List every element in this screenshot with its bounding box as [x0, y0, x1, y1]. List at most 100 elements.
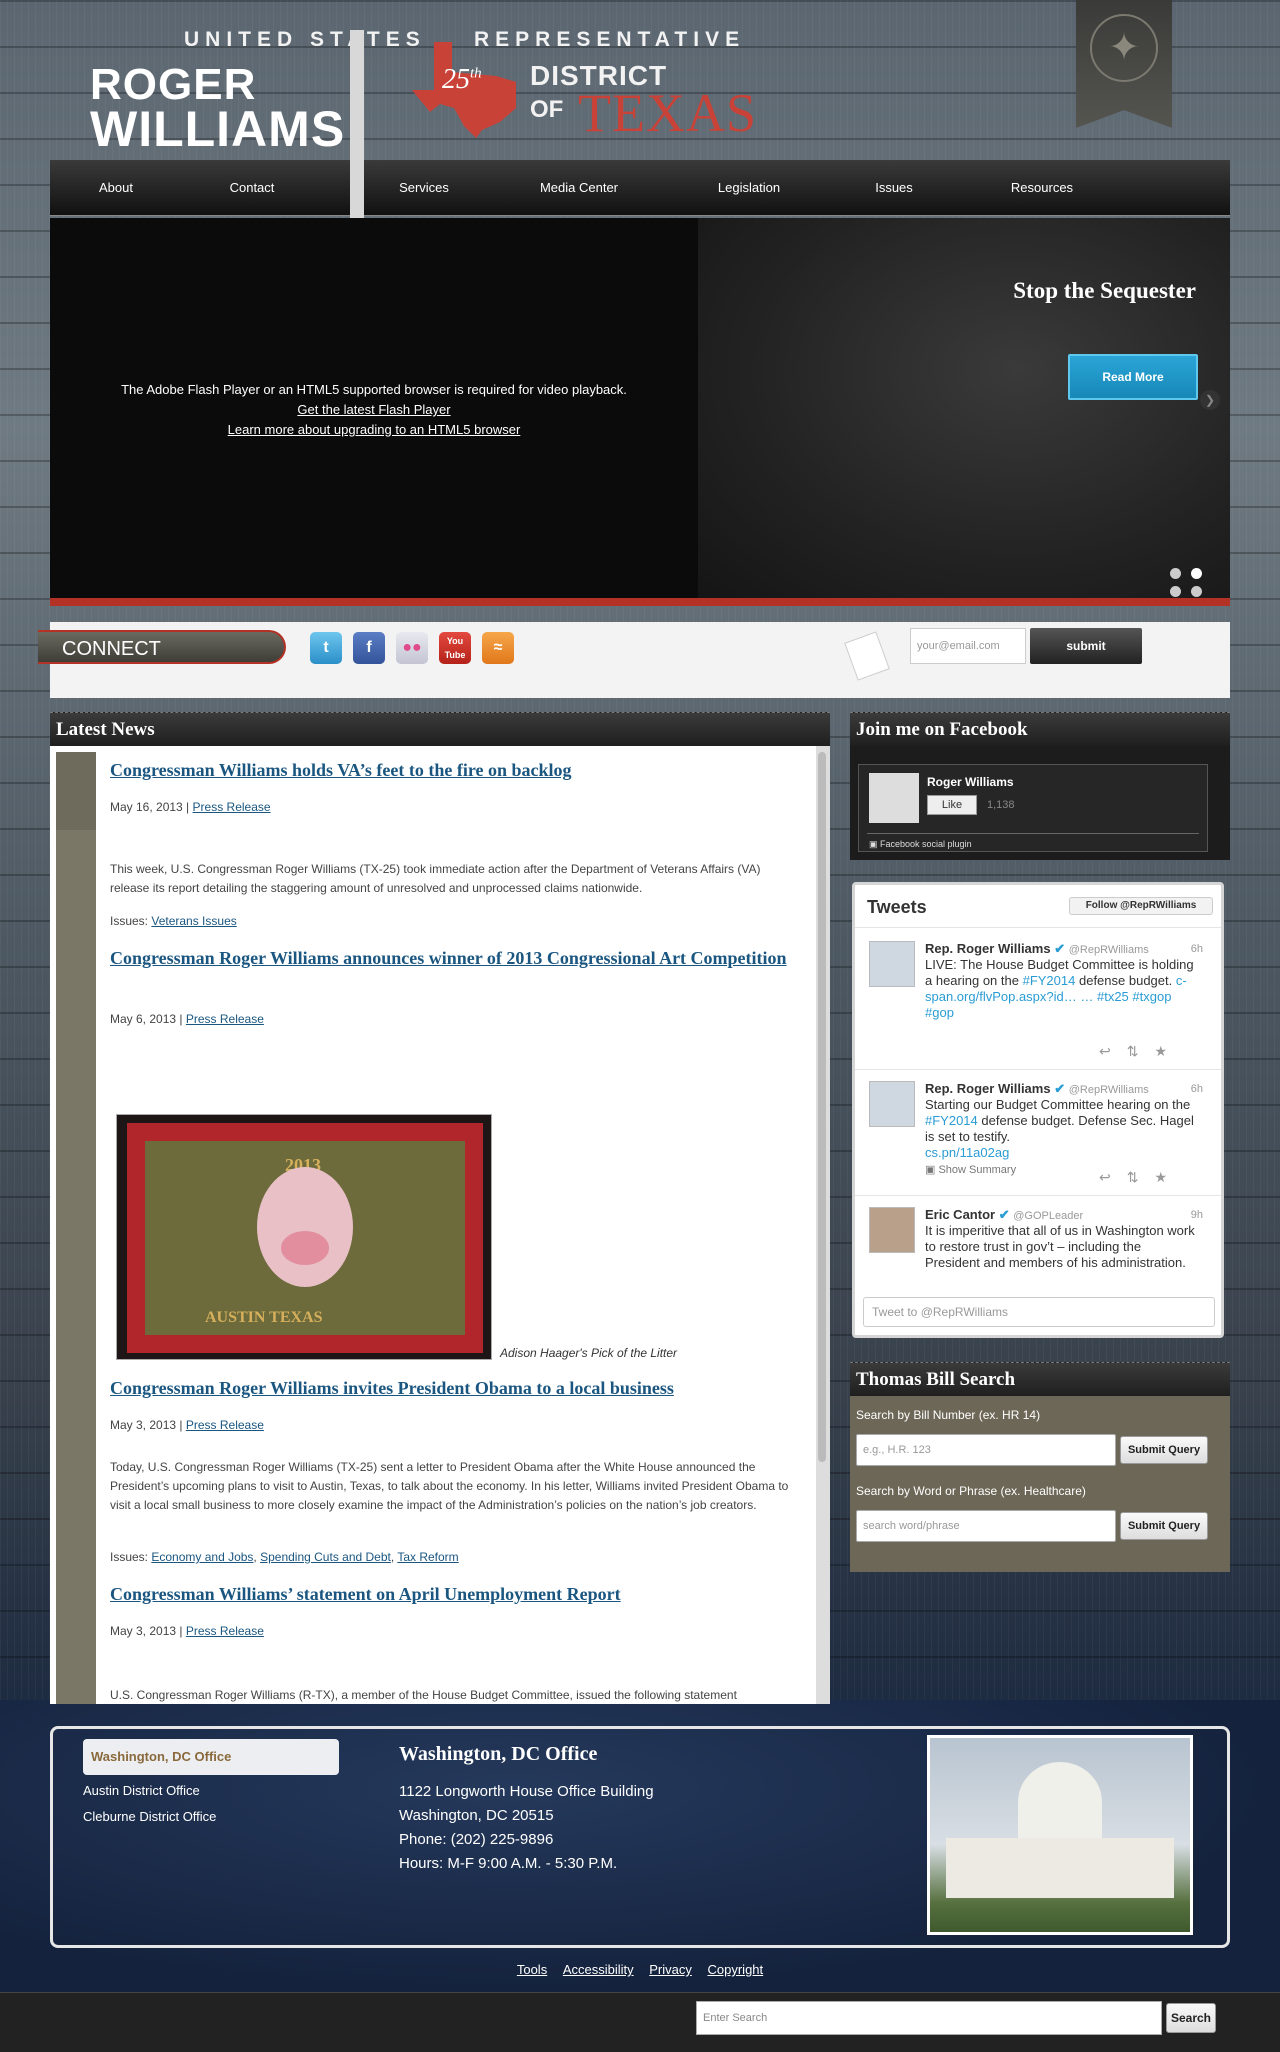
bill-word-input[interactable]: search word/phrase — [856, 1510, 1116, 1542]
read-more-button[interactable]: Read More — [1068, 354, 1198, 400]
office-tab-washington[interactable]: Washington, DC Office — [83, 1739, 339, 1775]
news-scrollbar-thumb[interactable] — [818, 752, 826, 1462]
tweet-author-name: Rep. Roger Williams — [925, 941, 1051, 956]
news-stripe — [56, 830, 96, 1704]
footer-link-accessibility[interactable]: Accessibility — [563, 1962, 634, 1977]
verified-icon: ✔ — [1054, 1081, 1066, 1096]
art-competition-photo[interactable]: 2013 AUSTIN TEXAS — [116, 1114, 492, 1360]
flash-player-link[interactable]: Get the latest Flash Player — [50, 400, 698, 420]
tweet-to-input[interactable]: Tweet to @RepRWilliams — [863, 1297, 1215, 1327]
tweet-time[interactable]: 6h — [1191, 943, 1203, 955]
slide-panel: Stop the Sequester — [698, 218, 1230, 598]
slider-next-arrow-icon[interactable]: ❯ — [1200, 390, 1220, 410]
footer-link-tools[interactable]: Tools — [517, 1962, 547, 1977]
news-item-date: May 6, 2013 | — [110, 1012, 183, 1026]
bill-number-input[interactable]: e.g., H.R. 123 — [856, 1434, 1116, 1466]
verified-icon: ✔ — [1054, 941, 1066, 956]
twitter-follow-button[interactable]: Follow @RepRWilliams — [1069, 897, 1213, 915]
news-item-title[interactable]: Congressman Roger Williams invites Presi… — [110, 1376, 790, 1400]
nav-item-contact[interactable]: Contact — [182, 160, 322, 216]
slider-dot[interactable] — [1170, 586, 1181, 597]
site-search-input[interactable]: Enter Search — [696, 2001, 1162, 2035]
tweet: Rep. Roger Williams ✔ @RepRWilliams 6h S… — [855, 1081, 1221, 1191]
nav-item-legislation[interactable]: Legislation — [674, 160, 824, 216]
office-info-box: Washington, DC Office Austin District Of… — [50, 1726, 1230, 1948]
seal-banner: ✦ — [1076, 0, 1172, 128]
nav-item-issues[interactable]: Issues — [824, 160, 964, 216]
bill-number-submit-button[interactable]: Submit Query — [1120, 1436, 1208, 1464]
tweet: Rep. Roger Williams ✔ @RepRWilliams 6h L… — [855, 941, 1221, 1061]
news-item-category-link[interactable]: Press Release — [193, 800, 271, 814]
facebook-like-button[interactable]: Like — [927, 795, 977, 815]
email-submit-button[interactable]: submit — [1030, 628, 1142, 664]
slider-dot[interactable] — [1170, 568, 1181, 579]
facebook-avatar[interactable] — [869, 773, 919, 823]
issue-link[interactable]: Veterans Issues — [151, 914, 236, 928]
bill-word-submit-button[interactable]: Submit Query — [1120, 1512, 1208, 1540]
nav-item-resources[interactable]: Resources — [964, 160, 1120, 216]
tweet-link[interactable]: cs.pn/11a02ag — [925, 1145, 1009, 1160]
footer-link-copyright[interactable]: Copyright — [708, 1962, 764, 1977]
issue-link[interactable]: Tax Reform — [397, 1550, 458, 1564]
office-phone: Phone: (202) 225-9896 — [399, 1831, 554, 1848]
twitter-icon[interactable]: t — [310, 632, 342, 664]
tweet-hashtag[interactable]: #FY2014 — [925, 1113, 978, 1128]
slider-dot[interactable] — [1191, 586, 1202, 597]
rss-icon[interactable]: ≈ — [482, 632, 514, 664]
latest-news-heading: Latest News — [50, 712, 830, 746]
html5-upgrade-link[interactable]: Learn more about upgrading to an HTML5 b… — [50, 420, 698, 440]
issue-link[interactable]: Economy and Jobs — [151, 1550, 253, 1564]
news-item-meta: May 3, 2013 | Press Release — [110, 1624, 264, 1638]
nav-item-about[interactable]: About — [50, 160, 182, 216]
tweet-author[interactable]: Eric Cantor ✔ @GOPLeader — [925, 1207, 1083, 1223]
tweet-author[interactable]: Rep. Roger Williams ✔ @RepRWilliams — [925, 941, 1149, 957]
reply-icon[interactable]: ↩ — [1099, 1169, 1127, 1185]
show-summary-link[interactable]: ▣ Show Summary — [925, 1164, 1016, 1176]
eagle-seal-icon: ✦ — [1090, 14, 1158, 82]
news-item-title[interactable]: Congressman Roger Williams announces win… — [110, 946, 790, 970]
office-address-line1: 1122 Longworth House Office Building — [399, 1783, 654, 1800]
pig-snout — [281, 1231, 329, 1265]
district-state: TEXAS — [578, 83, 757, 143]
tweet-time[interactable]: 6h — [1191, 1083, 1203, 1095]
news-item-issues: Issues: Economy and Jobs, Spending Cuts … — [110, 1550, 459, 1564]
slider-dot-active[interactable] — [1191, 568, 1202, 579]
favorite-icon[interactable]: ★ — [1154, 1043, 1183, 1059]
nav-item-services[interactable]: Services — [364, 160, 484, 216]
tweet-body: Starting our Budget Committee hearing on… — [925, 1097, 1191, 1112]
retweet-icon[interactable]: ⇅ — [1127, 1043, 1155, 1059]
office-tab-austin[interactable]: Austin District Office — [83, 1783, 200, 1798]
nav-item-media-center[interactable]: Media Center — [484, 160, 674, 216]
youtube-icon[interactable]: You Tube — [439, 632, 471, 664]
issue-link[interactable]: Spending Cuts and Debt — [260, 1550, 391, 1564]
flickr-icon[interactable]: ●● — [396, 632, 428, 664]
news-item-date: May 3, 2013 | — [110, 1624, 183, 1638]
tweets-heading: Tweets — [867, 897, 927, 917]
bottom-search-bar: Enter Search Search — [0, 1992, 1280, 2052]
tweet-author[interactable]: Rep. Roger Williams ✔ @RepRWilliams — [925, 1081, 1149, 1097]
site-search-button[interactable]: Search — [1166, 2003, 1216, 2033]
office-tab-cleburne[interactable]: Cleburne District Office — [83, 1809, 216, 1824]
tweet-avatar[interactable] — [869, 1207, 915, 1253]
news-item-title[interactable]: Congressman Williams holds VA’s feet to … — [110, 758, 790, 782]
facebook-icon[interactable]: f — [353, 632, 385, 664]
capitol-building — [946, 1838, 1174, 1898]
tweet-time[interactable]: 9h — [1191, 1209, 1203, 1221]
tweet-hashtag[interactable]: #FY2014 — [1023, 973, 1076, 988]
news-item-category-link[interactable]: Press Release — [186, 1012, 264, 1026]
footer-link-privacy[interactable]: Privacy — [649, 1962, 692, 1977]
title-united-states: UNITED STATES — [184, 28, 426, 51]
office-hours: Hours: M-F 9:00 A.M. - 5:30 P.M. — [399, 1855, 618, 1872]
facebook-page-name[interactable]: Roger Williams — [927, 775, 1014, 789]
news-item-category-link[interactable]: Press Release — [186, 1418, 264, 1432]
news-item-title[interactable]: Congressman Williams’ statement on April… — [110, 1582, 790, 1606]
reply-icon[interactable]: ↩ — [1099, 1043, 1127, 1059]
news-scrollbar[interactable] — [816, 746, 830, 1704]
email-signup-input[interactable]: your@email.com — [910, 628, 1026, 664]
tweet-author-name: Rep. Roger Williams — [925, 1081, 1051, 1096]
tweet-avatar[interactable] — [869, 1081, 915, 1127]
news-item-category-link[interactable]: Press Release — [186, 1624, 264, 1638]
favorite-icon[interactable]: ★ — [1154, 1169, 1183, 1185]
tweet-avatar[interactable] — [869, 941, 915, 987]
retweet-icon[interactable]: ⇅ — [1127, 1169, 1155, 1185]
